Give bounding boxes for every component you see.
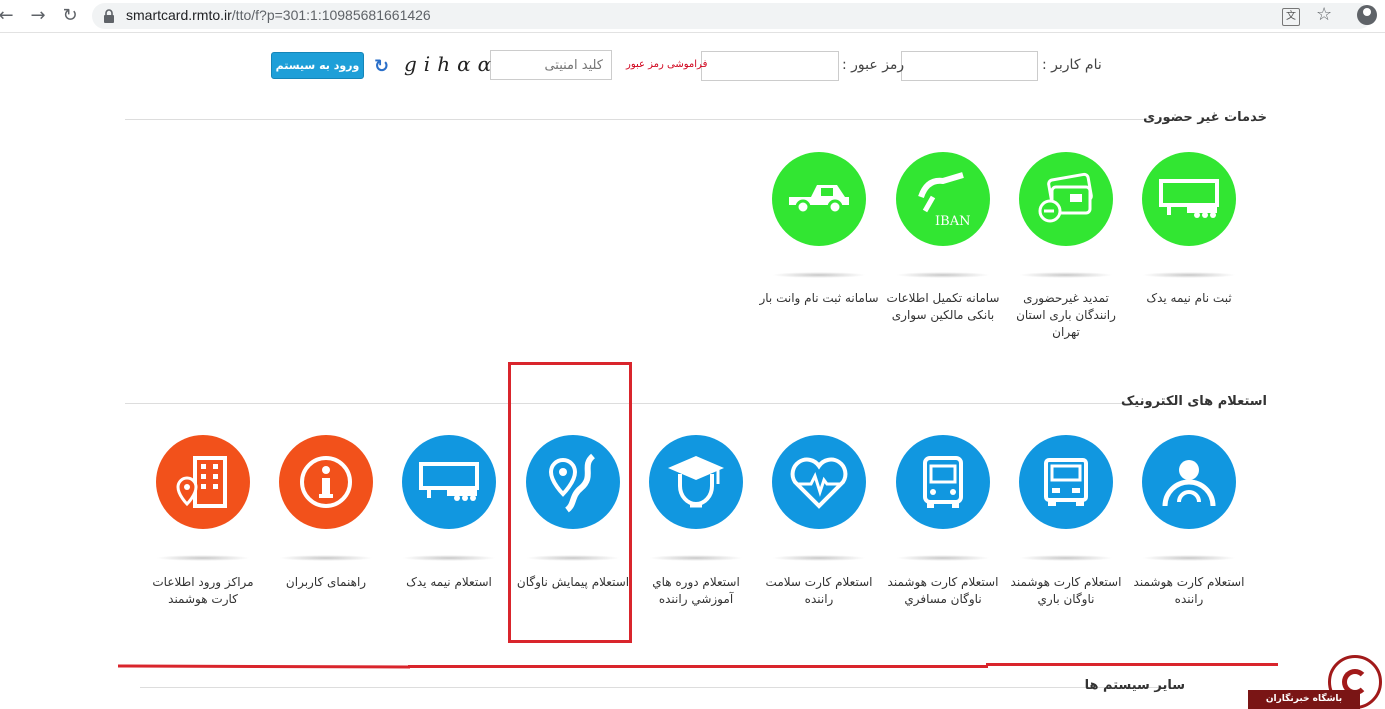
shaba-iban-icon: IBAN (918, 172, 970, 229)
username-label: نام کاربر : (1042, 57, 1102, 73)
browser-toolbar: ← → ↻ smartcard.rmto.ir/tto/f?p=301:1:10… (0, 0, 1385, 33)
url-text: smartcard.rmto.ir/tto/f?p=301:1:10985681… (126, 7, 431, 23)
tile-circle (402, 435, 496, 529)
tile-shadow (156, 555, 250, 561)
tile-shadow (402, 555, 496, 561)
bus-icon (923, 456, 963, 508)
url-path: /tto/f?p=301:1:10985681661426 (231, 7, 431, 23)
tile-circle (1019, 435, 1113, 529)
tile-shadow (279, 555, 373, 561)
tile-label: تمدید غیرحضوری رانندگان باری استان تهران (1016, 291, 1116, 339)
tile-circle (772, 152, 866, 246)
tile-label: استعلام کارت هوشمند ناوگان مسافري (887, 575, 999, 606)
annotation-underline (986, 663, 1278, 666)
building-location-icon (176, 456, 227, 508)
reload-icon[interactable]: ↻ (58, 4, 82, 28)
login-button[interactable]: ورود به سیستم (271, 52, 364, 79)
tile-shadow (1019, 555, 1113, 561)
section-title-remote-services: خدمات غیر حضوری (1143, 110, 1267, 125)
svg-text:IBAN: IBAN (935, 214, 970, 229)
truck-icon (1044, 458, 1088, 506)
password-label: رمز عبور : (842, 57, 905, 73)
tile-label: استعلام نیمه یدک (406, 575, 492, 589)
tile-shadow (1142, 555, 1236, 561)
heart-health-icon (790, 457, 848, 509)
translate-icon[interactable]: 文 (1282, 8, 1300, 26)
tile-label: مراکز ورود اطلاعات کارت هوشمند (152, 575, 254, 606)
lock-icon (104, 9, 114, 23)
driver-icon (1162, 460, 1216, 507)
password-input[interactable] (701, 51, 839, 81)
captcha-image: gihαα (404, 52, 499, 76)
pickup-truck-icon (789, 185, 849, 215)
tile-circle (279, 435, 373, 529)
smart-card-renew-icon (1038, 172, 1093, 223)
tile-label: استعلام کارت هوشمند ناوگان باري (1010, 575, 1122, 606)
tile-label: استعلام کارت سلامت راننده (765, 575, 873, 606)
semi-trailer-icon (1159, 179, 1219, 218)
semi-trailer-icon (419, 462, 479, 501)
forgot-password-link[interactable]: فراموشی رمز عبور (626, 59, 707, 70)
tile-label: سامانه ثبت نام وانت بار (759, 291, 879, 305)
tile-shadow (1142, 272, 1236, 278)
annotation-underline (117, 664, 411, 669)
annotation-underline (408, 665, 988, 668)
tile-shadow (772, 272, 866, 278)
tile-circle (896, 435, 990, 529)
tile-label: سامانه تکمیل اطلاعات بانکی مالکین سواری (886, 291, 1000, 322)
tile-circle (1142, 152, 1236, 246)
refresh-captcha-icon[interactable]: ↻ (374, 56, 389, 77)
tile-circle (1142, 435, 1236, 529)
section-title-electronic-inquiries: استعلام های الکترونیک (1120, 394, 1267, 409)
url-host: smartcard.rmto.ir (126, 7, 232, 23)
tile-shadow (649, 555, 743, 561)
security-key-input[interactable] (490, 50, 612, 80)
tile-label: راهنمای کاربران (285, 575, 367, 589)
info-icon (300, 456, 352, 508)
graduation-icon (668, 456, 724, 508)
forward-icon[interactable]: → (26, 4, 50, 28)
section-title-other-systems: سایر سیستم ها (1084, 678, 1185, 693)
tile-shadow (896, 555, 990, 561)
tile-circle (156, 435, 250, 529)
bookmark-star-icon[interactable]: ☆ (1316, 4, 1332, 25)
username-input[interactable] (901, 51, 1038, 81)
tile-circle (649, 435, 743, 529)
back-icon[interactable]: ← (0, 4, 18, 28)
address-bar[interactable]: smartcard.rmto.ir/tto/f?p=301:1:10985681… (92, 3, 1372, 29)
section-divider (140, 687, 1160, 688)
watermark-text: باشگاه خبرنگاران (1248, 690, 1360, 709)
tile-shadow (772, 555, 866, 561)
profile-avatar[interactable] (1357, 5, 1377, 25)
tile-circle (772, 435, 866, 529)
section-divider (125, 119, 1155, 120)
tile-circle (1019, 152, 1113, 246)
tile-shadow (1019, 272, 1113, 278)
tile-circle: IBAN (896, 152, 990, 246)
tile-label: استعلام دوره هاي آموزشي راننده (652, 575, 740, 606)
tile-label: ثبت نام نیمه یدک (1146, 291, 1232, 305)
tile-shadow (896, 272, 990, 278)
highlight-box (508, 362, 632, 643)
tile-label: استعلام کارت هوشمند راننده (1133, 575, 1245, 606)
